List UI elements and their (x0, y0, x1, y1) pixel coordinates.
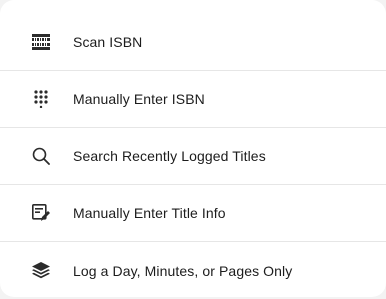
menu-item-scan-isbn[interactable]: Scan ISBN (0, 14, 386, 71)
menu-item-label: Manually Enter Title Info (73, 205, 226, 221)
keypad-icon (31, 89, 51, 109)
menu-item-enter-isbn[interactable]: Manually Enter ISBN (0, 71, 386, 128)
menu-item-label: Manually Enter ISBN (73, 91, 205, 107)
menu-item-search-titles[interactable]: Search Recently Logged Titles (0, 128, 386, 185)
menu-item-enter-title-info[interactable]: Manually Enter Title Info (0, 185, 386, 242)
edit-document-icon (31, 203, 51, 223)
menu-item-log-day[interactable]: Log a Day, Minutes, or Pages Only (0, 242, 386, 299)
menu-item-label: Search Recently Logged Titles (73, 148, 266, 164)
barcode-icon (31, 32, 51, 52)
menu-item-label: Log a Day, Minutes, or Pages Only (73, 262, 293, 279)
search-icon (31, 146, 51, 166)
action-menu: Scan ISBN Manually Enter ISBN Search Rec… (0, 0, 386, 297)
layers-icon (31, 261, 51, 281)
menu-item-label: Scan ISBN (73, 34, 143, 50)
